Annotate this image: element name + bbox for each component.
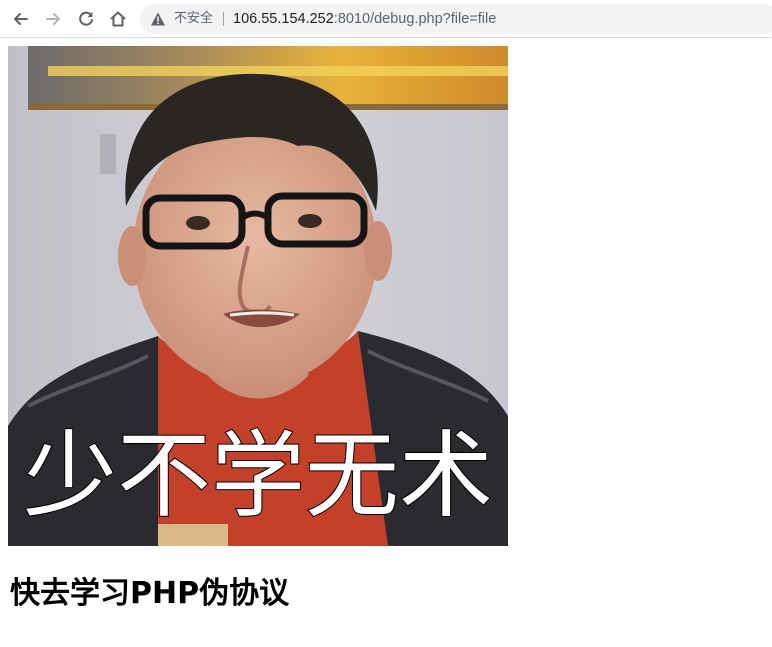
security-label[interactable]: 不安全 [174, 10, 213, 28]
address-divider [223, 12, 224, 26]
url-path: :8010/debug.php?file=file [333, 11, 497, 27]
url-text[interactable]: 106.55.154.252:8010/debug.php?file=file [233, 9, 496, 29]
meme-image: 少不学无术 [8, 46, 508, 546]
warning-triangle-icon[interactable] [150, 11, 166, 27]
home-icon [110, 11, 126, 27]
home-button[interactable] [104, 5, 132, 33]
meme-overlay-text: 少不学无术 [23, 422, 493, 531]
url-host: 106.55.154.252 [233, 11, 334, 27]
forward-arrow-icon [46, 13, 60, 25]
reload-icon [79, 11, 93, 26]
reload-button[interactable] [72, 5, 100, 33]
back-button[interactable] [7, 5, 35, 33]
back-arrow-icon [14, 13, 28, 25]
address-bar[interactable]: 不安全 106.55.154.252:8010/debug.php?file=f… [140, 4, 772, 34]
forward-button[interactable] [39, 5, 67, 33]
page-heading: 快去学习PHP伪协议 [10, 576, 290, 611]
browser-toolbar: 不安全 106.55.154.252:8010/debug.php?file=f… [0, 0, 772, 38]
